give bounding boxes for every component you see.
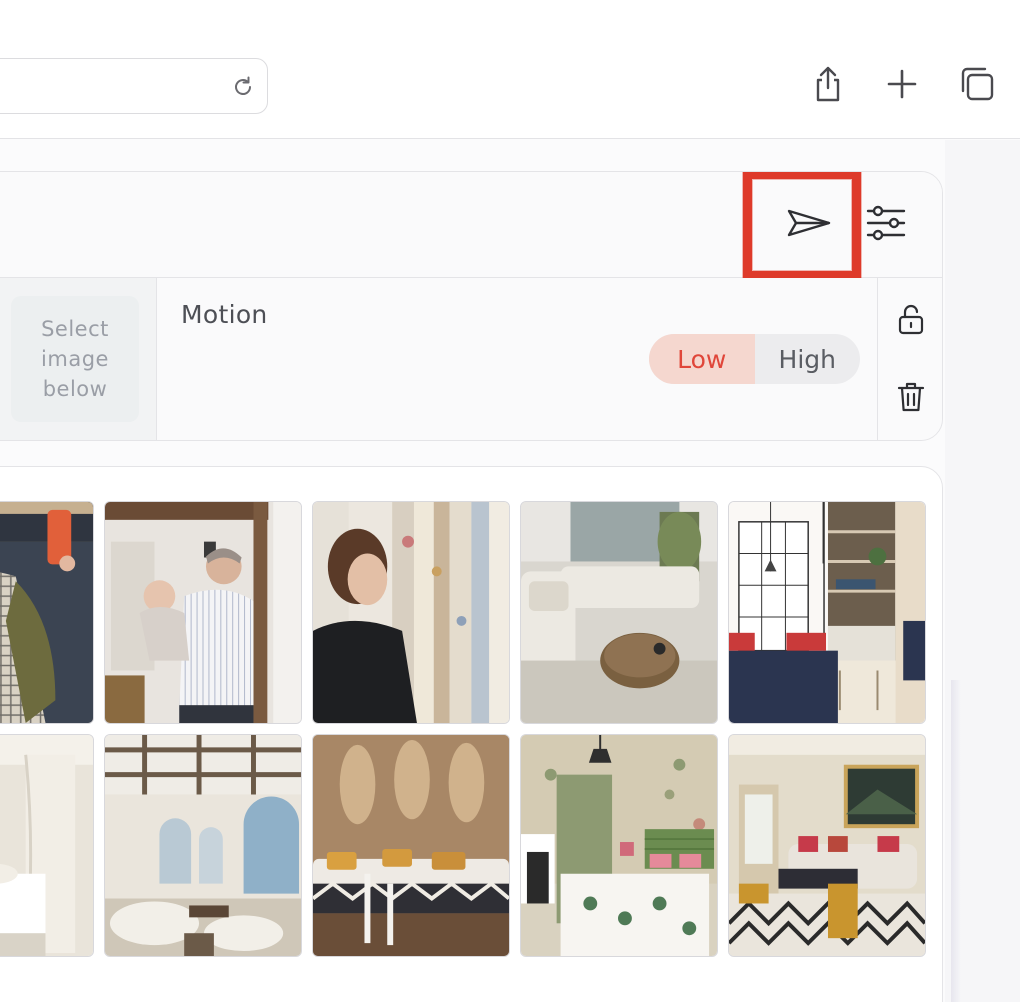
gallery-thumb-living-room-sconces[interactable] — [312, 734, 510, 957]
gallery-thumb-living-room-sofa[interactable] — [520, 501, 718, 724]
prompt-card: Select image below Motion Low High — [0, 171, 943, 441]
gallery-thumb-white-bedroom[interactable] — [0, 734, 94, 957]
row-actions — [877, 278, 942, 440]
motion-settings: Motion Low High — [157, 278, 877, 440]
gallery-thumb-selfie[interactable] — [0, 501, 94, 724]
gallery-thumb-floral-bedroom[interactable] — [520, 734, 718, 957]
settings-button[interactable] — [861, 202, 911, 248]
gallery-thumb-kitchen-sketch[interactable] — [728, 501, 926, 724]
gallery-thumb-arched-great-room[interactable] — [104, 734, 302, 957]
sliders-icon — [865, 202, 907, 248]
reload-icon[interactable] — [229, 73, 257, 101]
gallery-thumb-woman-fabrics[interactable] — [312, 501, 510, 724]
gallery-thumb-traditional-living-room[interactable] — [728, 734, 926, 957]
browser-toolbar — [0, 0, 1020, 139]
page-gutter — [945, 140, 1020, 1002]
image-slot: Select image below — [0, 278, 157, 440]
new-tab-plus-icon[interactable] — [882, 64, 922, 104]
address-bar[interactable] — [0, 58, 268, 114]
motion-label: Motion — [181, 300, 268, 329]
motion-toggle: Low High — [649, 334, 860, 384]
tabs-overview-icon[interactable] — [958, 64, 998, 104]
motion-option-low[interactable]: Low — [649, 334, 755, 384]
send-button[interactable] — [779, 202, 839, 248]
trash-icon[interactable] — [896, 380, 926, 414]
gallery-thumb-woman-with-baby[interactable] — [104, 501, 302, 724]
image-gallery — [0, 466, 943, 1002]
select-image-placeholder[interactable]: Select image below — [11, 296, 139, 422]
paper-plane-icon — [785, 203, 833, 247]
share-icon[interactable] — [808, 64, 848, 104]
unlock-icon[interactable] — [896, 302, 926, 336]
motion-option-high[interactable]: High — [755, 334, 861, 384]
